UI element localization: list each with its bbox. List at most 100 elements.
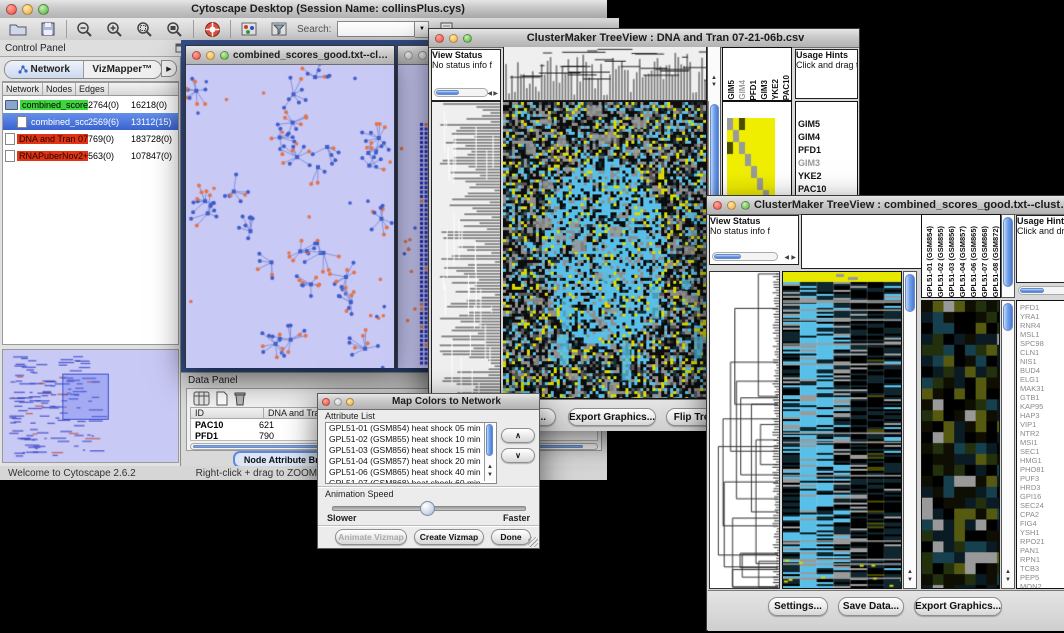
column-header[interactable]: Edges — [76, 83, 109, 95]
minimize-icon[interactable] — [22, 4, 33, 15]
tab-vizmapper[interactable]: VizMapper™ — [84, 61, 162, 78]
cluster-heatmap-canvas[interactable] — [782, 271, 902, 589]
scroll-down-icon[interactable]: ▼ — [1005, 577, 1011, 584]
zoom-in-button[interactable] — [103, 19, 127, 39]
cluster-heatmap-canvas[interactable] — [503, 101, 707, 399]
column-label[interactable]: GIM4 — [738, 80, 748, 100]
gene-label[interactable]: MON2 — [1020, 582, 1064, 589]
zoom-window-icon[interactable] — [463, 34, 472, 43]
gene-label[interactable]: FIG4 — [1020, 519, 1064, 528]
close-icon[interactable] — [404, 51, 413, 60]
row-label[interactable]: GIM3 — [798, 157, 857, 170]
gene-label[interactable]: PFD1 — [1020, 303, 1064, 312]
settings-button[interactable]: Settings... — [768, 597, 828, 616]
export-graphics-button[interactable]: Export Graphics... — [568, 408, 656, 426]
gene-label[interactable]: SPC98 — [1020, 339, 1064, 348]
minimize-icon[interactable] — [206, 51, 215, 60]
close-icon[interactable] — [322, 398, 330, 406]
zoom-selected-button[interactable] — [133, 19, 157, 39]
usage-hints-hscrollbar[interactable] — [1018, 286, 1064, 295]
gene-label[interactable]: KAP95 — [1020, 402, 1064, 411]
attribute-table-icon[interactable] — [193, 391, 210, 406]
network-row[interactable]: combined_sco 2569(6) 13112(15) — [3, 113, 178, 130]
gene-label[interactable]: CLN1 — [1020, 348, 1064, 357]
gene-label[interactable]: MSI1 — [1020, 438, 1064, 447]
row-label[interactable]: YKE2 — [798, 170, 857, 183]
gene-label[interactable]: BUD4 — [1020, 366, 1064, 375]
zoom-vscrollbar[interactable] — [1002, 301, 1014, 561]
minimize-icon[interactable] — [449, 34, 458, 43]
gene-label[interactable]: YSH1 — [1020, 528, 1064, 537]
attribute-item[interactable]: GPL51-02 (GSM855) heat shock 10 min — [326, 434, 496, 445]
gene-label[interactable]: TCB3 — [1020, 564, 1064, 573]
gene-label[interactable]: HMG1 — [1020, 456, 1064, 465]
close-icon[interactable] — [435, 34, 444, 43]
resize-grip[interactable] — [528, 537, 538, 547]
scroll-down-icon[interactable]: ▼ — [907, 577, 913, 584]
animation-speed-slider[interactable] — [332, 500, 524, 514]
column-label[interactable]: GPL51-03 (GSM856) — [947, 226, 957, 297]
attribute-item[interactable]: GPL51-07 (GSM868) heat shock 60 min — [326, 478, 496, 484]
cytoscape-titlebar[interactable]: Cytoscape Desktop (Session Name: collins… — [0, 0, 607, 19]
scroll-up-icon[interactable]: ▲ — [487, 464, 493, 471]
gene-label[interactable]: GPI16 — [1020, 492, 1064, 501]
scroll-right-icon[interactable]: ▶ — [791, 254, 796, 261]
move-down-button[interactable]: ∨ — [501, 448, 535, 463]
attribute-item[interactable]: GPL51-06 (GSM865) heat shock 40 min — [326, 467, 496, 478]
attribute-list-vscrollbar[interactable] — [486, 424, 493, 456]
tab-network[interactable]: Network — [5, 61, 84, 78]
network-view-canvas[interactable] — [186, 65, 394, 368]
scroll-right-icon[interactable]: ▶ — [493, 90, 498, 97]
column-label[interactable]: GIM3 — [760, 80, 770, 100]
gene-label[interactable]: RPN1 — [1020, 555, 1064, 564]
zoom-fit-button[interactable] — [163, 19, 187, 39]
gene-label[interactable]: SEC1 — [1020, 447, 1064, 456]
help-lifering-button[interactable] — [200, 19, 224, 39]
scroll-down-icon[interactable]: ▼ — [708, 82, 720, 89]
gene-label[interactable]: MAK31 — [1020, 384, 1064, 393]
view-status-hscrollbar[interactable] — [434, 88, 488, 97]
gene-label[interactable]: CPA2 — [1020, 510, 1064, 519]
gene-label[interactable]: NTR2 — [1020, 429, 1064, 438]
zoom-window-icon[interactable] — [741, 201, 750, 210]
row-label[interactable]: PFD1 — [798, 144, 857, 157]
minimize-icon[interactable] — [727, 201, 736, 210]
column-label[interactable]: GIM5 — [727, 80, 737, 100]
gene-label[interactable]: RPO21 — [1020, 537, 1064, 546]
row-dendrogram-canvas[interactable] — [709, 271, 780, 589]
gene-label[interactable]: NIS1 — [1020, 357, 1064, 366]
tabs-overflow-button[interactable]: ▶ — [161, 60, 177, 77]
treeview-combined-titlebar[interactable]: ClusterMaker TreeView : combined_scores_… — [707, 196, 1064, 215]
attribute-item[interactable]: GPL51-03 (GSM856) heat shock 15 min — [326, 445, 496, 456]
gene-label[interactable]: HAP3 — [1020, 411, 1064, 420]
move-up-button[interactable]: ∧ — [501, 428, 535, 443]
column-dendrogram-area[interactable] — [801, 214, 923, 269]
gene-label[interactable]: PAN1 — [1020, 546, 1064, 555]
scroll-up-icon[interactable]: ▲ — [907, 569, 913, 576]
column-label[interactable]: YKE2 — [771, 79, 781, 100]
scroll-up-icon[interactable]: ▲ — [1005, 569, 1011, 576]
heatmap-vscrollbar[interactable] — [904, 272, 916, 562]
network-overview-canvas[interactable] — [2, 349, 179, 463]
network-row[interactable]: RNAPuberNov2+| 563(0) 107847(0) — [3, 147, 178, 164]
animate-vizmap-button[interactable]: Animate Vizmap — [335, 529, 407, 545]
gene-label[interactable]: YRA1 — [1020, 312, 1064, 321]
open-file-button[interactable] — [6, 19, 30, 39]
column-dendrogram-canvas[interactable] — [503, 47, 707, 101]
column-label[interactable]: GPL51-04 (GSM857) — [958, 226, 968, 297]
export-graphics-button[interactable]: Export Graphics... — [914, 597, 1002, 616]
new-attribute-icon[interactable] — [215, 391, 229, 406]
column-label[interactable]: GPL51-06 (GSM865) — [969, 226, 979, 297]
attribute-item[interactable]: GPL51-04 (GSM857) heat shock 20 min — [326, 456, 496, 467]
row-label[interactable]: GIM4 — [798, 131, 857, 144]
gene-label[interactable]: HRD3 — [1020, 483, 1064, 492]
column-label[interactable]: GPL51-01 (GSM854) — [925, 226, 935, 297]
scroll-left-icon[interactable]: ◀ — [784, 254, 789, 261]
row-dendrogram-canvas[interactable] — [431, 101, 501, 399]
column-label[interactable]: PAC10 — [782, 75, 792, 100]
gene-label[interactable]: VIP1 — [1020, 420, 1064, 429]
gene-label[interactable]: RNR4 — [1020, 321, 1064, 330]
create-vizmap-button[interactable]: Create Vizmap — [414, 529, 484, 545]
scroll-up-icon[interactable]: ▲ — [708, 75, 720, 82]
gene-label[interactable]: PUF3 — [1020, 474, 1064, 483]
